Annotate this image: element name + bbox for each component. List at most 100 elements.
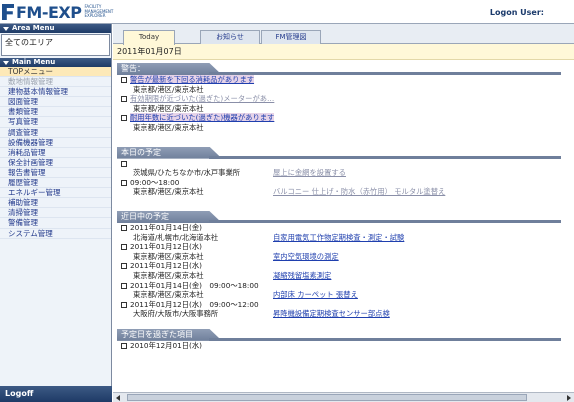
checkbox-icon[interactable] bbox=[121, 115, 127, 122]
schedule-left-text: 2011年01月12日(水) bbox=[130, 242, 203, 252]
schedule-row: 北海道/札幌市/北海道本社 自家用電気工作物定期検査・測定・試験 bbox=[121, 233, 574, 243]
area-selector[interactable]: 全てのエリア bbox=[1, 34, 110, 56]
logo-text: FM-EXP bbox=[16, 2, 82, 22]
main-menu-list: TOPメニュー 敷地情報管理 建物基本情報管理 図面管理 書類管理 写真管理 調査管理 設備機… bbox=[0, 67, 111, 239]
schedule-left-text: 茨城県/ひたちなか市/水戸事業所 bbox=[133, 168, 241, 178]
warning-link[interactable]: 有効期限が近づいた(過ぎた)メーターがあ… bbox=[130, 94, 274, 103]
scroll-left-icon[interactable] bbox=[116, 395, 120, 401]
sidebar-item[interactable]: 写真管理 bbox=[0, 117, 111, 128]
sidebar: Area Menu 全てのエリア Main Menu TOPメニュー 敷地情報管理… bbox=[0, 24, 112, 402]
sidebar-item[interactable]: 報告書管理 bbox=[0, 168, 111, 179]
warning-row: 有効期限が近づいた(過ぎた)メーターがあ… bbox=[121, 94, 574, 104]
tab-notices[interactable]: お知らせ bbox=[200, 30, 260, 44]
location-text: 東京都/港区/東京本社 bbox=[133, 84, 204, 94]
scroll-right-icon[interactable] bbox=[567, 395, 571, 401]
warning-link[interactable]: 警告が最新を下回る消耗品があります bbox=[130, 75, 255, 84]
tab-fm-map[interactable]: FM管理図 bbox=[261, 30, 321, 44]
sidebar-item[interactable]: 敷地情報管理 bbox=[0, 77, 111, 88]
checkbox-icon[interactable] bbox=[121, 342, 127, 349]
schedule-row: 東京都/港区/東京本社 バルコニー 仕上げ・防水（赤竹用） モルタル塗替え bbox=[121, 187, 574, 197]
logo-subtitle: FACILITY MANAGEMENT EXPLORER bbox=[84, 4, 114, 19]
sidebar-item[interactable]: 履歴管理 bbox=[0, 178, 111, 189]
schedule-task-link[interactable]: 屋上に金網を設置する bbox=[273, 168, 346, 178]
content-area: 警告： 警告が最新を下回る消耗品があります 東京都/港区/東京本社 有効期限が近づい… bbox=[113, 61, 574, 402]
schedule-left-text: 東京都/港区/東京本社 bbox=[133, 187, 204, 197]
checkbox-icon[interactable] bbox=[121, 179, 127, 186]
collapse-triangle-icon bbox=[3, 60, 9, 65]
warning-row: 耐用年数に近づいた(過ぎた)機器があります bbox=[121, 113, 574, 123]
schedule-task-link[interactable]: 凝縮残留塩素測定 bbox=[273, 271, 331, 281]
sidebar-item[interactable]: 書類管理 bbox=[0, 107, 111, 118]
logoff-button[interactable]: Logoff bbox=[0, 386, 112, 402]
schedule-left-text: 東京都/港区/東京本社 bbox=[133, 251, 204, 261]
warning-list: 警告が最新を下回る消耗品があります 東京都/港区/東京本社 有効期限が近づいた(過ぎ… bbox=[121, 75, 574, 133]
sidebar-item[interactable]: 建物基本情報管理 bbox=[0, 87, 111, 98]
checkbox-icon[interactable] bbox=[121, 77, 127, 83]
schedule-row: 2011年01月14日(金) 09:00～18:00 bbox=[121, 281, 574, 291]
schedule-row: 大阪府/大阪市/大阪事務所 昇降機設備定期検査センサー部点検 bbox=[121, 309, 574, 319]
main-menu-header: Main Menu bbox=[0, 58, 111, 67]
schedule-row: 東京都/港区/東京本社 凝縮残留塩素測定 bbox=[121, 271, 574, 281]
app-logo: FM-EXP FACILITY MANAGEMENT EXPLORER bbox=[2, 2, 124, 22]
today-list: 茨城県/ひたちなか市/水戸事業所 屋上に金網を設置する 09:00～18:00 東京都… bbox=[121, 159, 574, 197]
warning-link[interactable]: 耐用年数に近づいた(過ぎた)機器があります bbox=[130, 113, 275, 123]
warning-row: 東京都/港区/東京本社 bbox=[121, 85, 574, 95]
upcoming-list: 2011年01月14日(金) 北海道/札幌市/北海道本社 自家用電気工作物定期検査・… bbox=[121, 223, 574, 319]
tab-strip: Today お知らせ FM管理図 bbox=[113, 24, 574, 45]
schedule-task-link[interactable]: 昇降機設備定期検査センサー部点検 bbox=[273, 309, 390, 319]
schedule-left-text: 2011年01月12日(水) bbox=[130, 261, 203, 271]
checkbox-icon[interactable] bbox=[121, 263, 127, 270]
horizontal-scrollbar[interactable] bbox=[113, 392, 574, 402]
section-title: 本日の予定 bbox=[121, 147, 161, 157]
checkbox-icon[interactable] bbox=[121, 244, 127, 251]
sidebar-item[interactable]: 保全計画管理 bbox=[0, 158, 111, 168]
area-menu-header: Area Menu bbox=[0, 24, 111, 33]
schedule-task-link[interactable]: 内部床 カーペット 張替え bbox=[273, 290, 358, 300]
location-text: 東京都/港区/東京本社 bbox=[133, 103, 204, 113]
section-header-warning: 警告： bbox=[117, 63, 574, 75]
scroll-thumb[interactable] bbox=[127, 394, 527, 401]
sidebar-item[interactable]: 消耗品管理 bbox=[0, 148, 111, 158]
schedule-row: 2011年01月12日(水) bbox=[121, 261, 574, 271]
schedule-left-text: 2011年01月12日(水) 09:00～12:00 bbox=[130, 299, 259, 309]
sidebar-item[interactable]: 設備機器管理 bbox=[0, 138, 111, 148]
sidebar-item[interactable]: 警備管理 bbox=[0, 218, 111, 229]
tab-today[interactable]: Today bbox=[123, 30, 175, 45]
sidebar-item[interactable]: エネルギー管理 bbox=[0, 188, 111, 199]
location-text: 東京都/港区/東京本社 bbox=[133, 122, 204, 132]
warning-row: 警告が最新を下回る消耗品があります bbox=[121, 75, 574, 85]
schedule-row: 2011年01月14日(金) bbox=[121, 223, 574, 233]
schedule-row: 東京都/港区/東京本社 内部床 カーペット 張替え bbox=[121, 290, 574, 300]
checkbox-icon[interactable] bbox=[121, 282, 127, 289]
sidebar-item[interactable]: 調査管理 bbox=[0, 128, 111, 138]
schedule-row: 09:00～18:00 bbox=[121, 178, 574, 188]
schedule-row: 2010年12月01日(水) bbox=[121, 341, 574, 351]
app-header: FM-EXP FACILITY MANAGEMENT EXPLORER Logo… bbox=[0, 0, 574, 24]
section-title: 予定日を過ぎた項目 bbox=[121, 329, 193, 339]
sidebar-item[interactable]: TOPメニュー bbox=[0, 67, 111, 78]
sidebar-item[interactable]: 図面管理 bbox=[0, 97, 111, 108]
checkbox-icon[interactable] bbox=[121, 224, 127, 231]
schedule-task-link[interactable]: 室内空気環境の測定 bbox=[273, 252, 339, 262]
main-menu-title: Main Menu bbox=[12, 58, 56, 66]
schedule-left-text: 北海道/札幌市/北海道本社 bbox=[133, 232, 219, 242]
section-title: 近日中の予定 bbox=[121, 211, 169, 221]
schedule-left-text: 2010年12月01日(水) bbox=[130, 340, 203, 350]
schedule-left-text: 09:00～18:00 bbox=[130, 177, 180, 187]
sidebar-item[interactable]: 清掃管理 bbox=[0, 208, 111, 219]
schedule-row: 2011年01月12日(水) 09:00～12:00 bbox=[121, 300, 574, 310]
schedule-left-text: 東京都/港区/東京本社 bbox=[133, 290, 204, 300]
schedule-row bbox=[121, 159, 574, 169]
logo-mark-icon bbox=[2, 4, 14, 20]
main-panel: Today お知らせ FM管理図 2011年01月07日 警告： 警告が最新を下… bbox=[113, 24, 574, 402]
warning-row: 東京都/港区/東京本社 bbox=[121, 123, 574, 133]
schedule-task-link[interactable]: 自家用電気工作物定期検査・測定・試験 bbox=[273, 233, 404, 243]
overdue-list: 2010年12月01日(水) bbox=[121, 341, 574, 351]
checkbox-icon[interactable] bbox=[121, 301, 127, 308]
checkbox-icon[interactable] bbox=[121, 96, 127, 103]
schedule-left-text: 大阪府/大阪市/大阪事務所 bbox=[133, 309, 219, 319]
schedule-task-link[interactable]: バルコニー 仕上げ・防水（赤竹用） モルタル塗替え bbox=[273, 187, 445, 197]
sidebar-item[interactable]: システム管理 bbox=[0, 229, 111, 239]
sidebar-item[interactable]: 補助管理 bbox=[0, 198, 111, 209]
checkbox-icon[interactable] bbox=[121, 160, 127, 167]
